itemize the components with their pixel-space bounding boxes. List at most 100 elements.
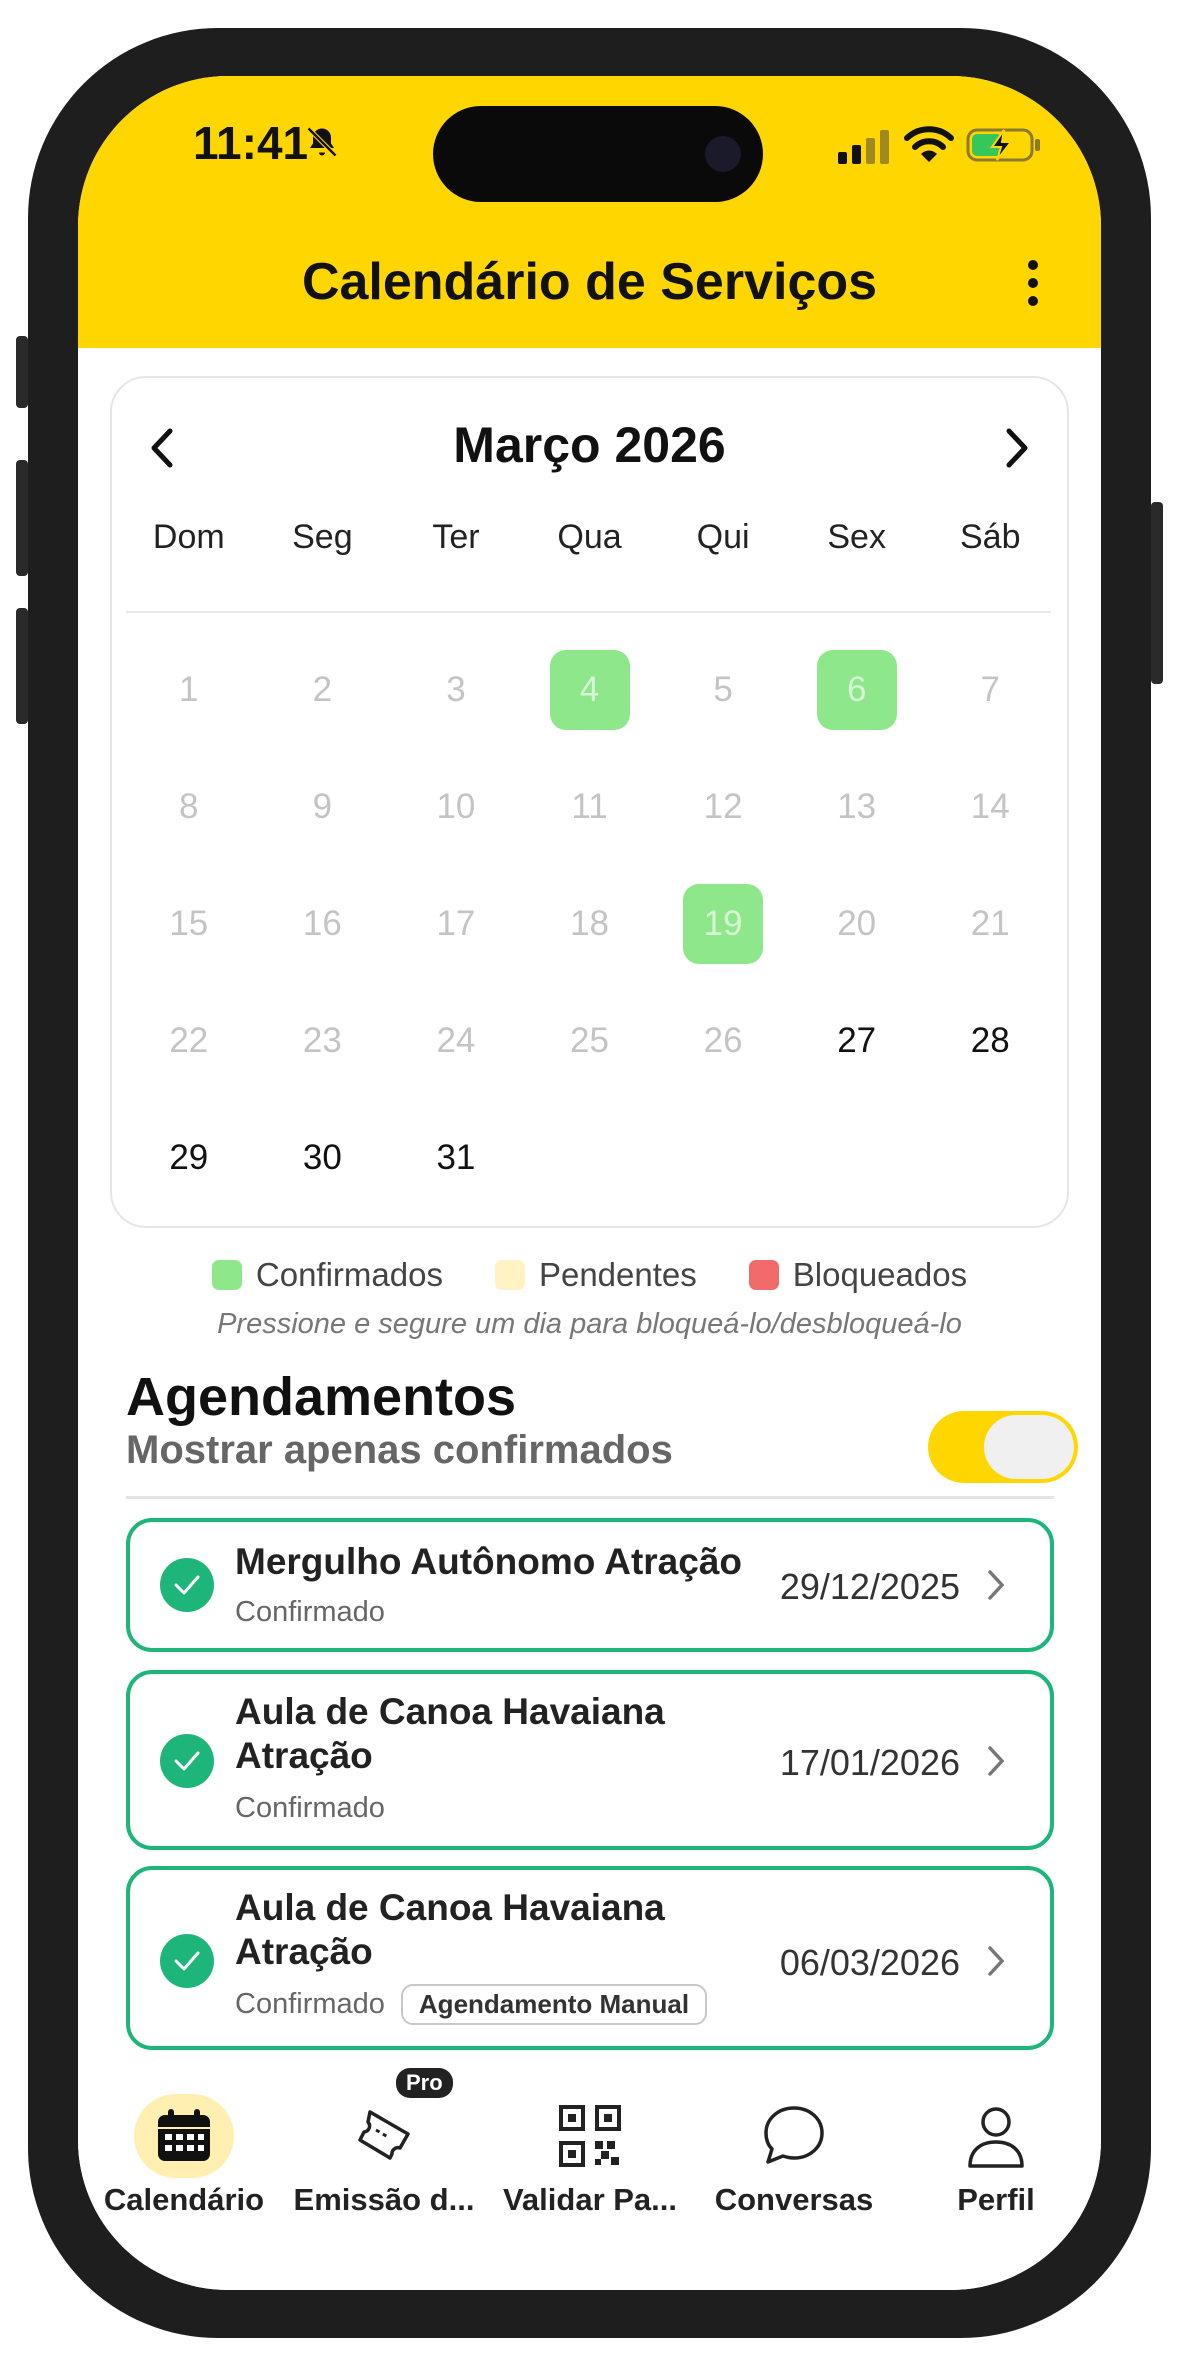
weekday-label: Ter [432, 518, 480, 556]
appointment-card[interactable]: Aula de Canoa Havaiana Atração Confirmado… [126, 1670, 1054, 1850]
tab-calendar[interactable]: Calendário [84, 2066, 284, 2236]
confirmed-swatch [211, 1260, 242, 1290]
volume-down-button [16, 608, 28, 724]
next-month-icon[interactable] [997, 423, 1037, 473]
weekday-label: Seg [292, 518, 353, 556]
calendar-day[interactable]: 30 [282, 1118, 362, 1198]
tab-validate[interactable]: Validar Pa... [490, 2066, 690, 2236]
tab-profile[interactable]: Perfil [896, 2066, 1096, 2236]
calendar-day[interactable]: 22 [149, 1001, 229, 1081]
calendar-day[interactable]: 7 [950, 650, 1030, 730]
status-time: 11:41 [193, 117, 309, 169]
confirmed-check-icon [160, 1734, 214, 1788]
legend-blocked: Bloqueados [748, 1256, 968, 1294]
page-title: Calendário de Serviços [301, 253, 878, 311]
screen: 11:41 Calendário de Serviços Março 2026 … [78, 76, 1101, 2290]
toggle-knob [984, 1415, 1074, 1479]
chat-bubble-icon [744, 2094, 844, 2178]
calendar-day[interactable]: 3 [416, 650, 496, 730]
calendar-day[interactable]: 27 [817, 1001, 897, 1081]
calendar-cell: 24 [389, 1001, 523, 1118]
divider [126, 1496, 1054, 1499]
calendar-day[interactable]: 28 [950, 1001, 1030, 1081]
calendar-day[interactable]: 18 [550, 884, 630, 964]
calendar-day[interactable]: 19 [683, 884, 764, 964]
calendar-cell: 4 [523, 650, 657, 767]
appointment-title: Aula de Canoa Havaiana Atração [235, 1887, 665, 1972]
action-button [16, 336, 28, 408]
block-hint: Pressione e segure um dia para bloqueá-l… [217, 1308, 962, 1340]
appointment-status: Confirmado [235, 1792, 385, 1824]
appointment-status: Confirmado Agendamento Manual [235, 1984, 708, 2025]
calendar-cell: 5 [656, 650, 790, 767]
appointment-card[interactable]: Aula de Canoa Havaiana Atração Confirmado… [126, 1866, 1054, 2050]
chevron-right-icon [988, 1946, 1005, 1976]
legend-label: Confirmados [255, 1256, 443, 1293]
calendar-cell: 30 [256, 1118, 390, 1235]
calendar-cell: 17 [389, 884, 523, 1001]
calendar-cell: 20 [790, 884, 924, 1001]
calendar-day[interactable]: 15 [149, 884, 229, 964]
calendar-day[interactable]: 12 [683, 767, 763, 847]
weekday-label: Qui [696, 518, 750, 556]
calendar-day[interactable]: 24 [416, 1001, 496, 1081]
calendar-cell: 10 [389, 767, 523, 884]
calendar-day[interactable]: 16 [282, 884, 362, 964]
weekday-label: Dom [152, 518, 225, 556]
pro-badge: Pro [396, 2068, 453, 2098]
appointment-card[interactable]: Mergulho Autônomo Atração Confirmado 29/… [126, 1518, 1054, 1652]
calendar-day[interactable]: 8 [149, 767, 229, 847]
calendar-day[interactable]: 4 [549, 650, 630, 730]
calendar-day[interactable]: 31 [416, 1118, 496, 1198]
calendar-day[interactable]: 14 [950, 767, 1030, 847]
confirmed-only-toggle[interactable] [928, 1411, 1078, 1483]
blocked-swatch [748, 1260, 779, 1290]
calendar-week-row: 15 16 17 18 19 20 21 [122, 884, 1057, 1001]
calendar-cell: 22 [122, 1001, 256, 1118]
calendar-cell [923, 1118, 1057, 1235]
calendar-cell: 23 [256, 1001, 390, 1118]
calendar-day[interactable]: 20 [817, 884, 897, 964]
calendar-day[interactable]: 6 [816, 650, 897, 730]
battery-charging-icon [966, 128, 1040, 162]
calendar-day[interactable]: 13 [817, 767, 897, 847]
calendar-day[interactable]: 2 [282, 650, 362, 730]
calendar-day[interactable]: 1 [149, 650, 229, 730]
appointments-title: Agendamentos [126, 1367, 517, 1427]
qr-code-icon [540, 2094, 640, 2178]
calendar-cell: 21 [923, 884, 1057, 1001]
calendar-cell: 31 [389, 1118, 523, 1235]
calendar-day[interactable]: 11 [550, 767, 630, 847]
calendar-day[interactable]: 5 [683, 650, 763, 730]
appointment-title: Aula de Canoa Havaiana Atração [235, 1691, 665, 1776]
calendar-day[interactable]: 21 [950, 884, 1030, 964]
tab-chats[interactable]: Conversas [694, 2066, 894, 2236]
weekday-header: Dom Seg Ter Qua Qui Sex Sáb [122, 518, 1057, 557]
calendar-cell: 15 [122, 884, 256, 1001]
confirmed-filter-label: Mostrar apenas confirmados [126, 1428, 673, 1472]
calendar-cell: 9 [256, 767, 390, 884]
calendar-day[interactable]: 26 [683, 1001, 763, 1081]
confirmed-check-icon [160, 1558, 214, 1612]
calendar-legend: Confirmados Pendentes Bloqueados [78, 1256, 1101, 1294]
calendar-cell: 13 [790, 767, 924, 884]
calendar-cell: 25 [523, 1001, 657, 1118]
tab-emission[interactable]: Pro Emissão d... [284, 2066, 484, 2236]
divider [126, 611, 1051, 613]
calendar-day[interactable]: 17 [416, 884, 496, 964]
dynamic-island [433, 106, 763, 202]
legend-label: Bloqueados [792, 1256, 968, 1293]
calendar-day[interactable]: 29 [149, 1118, 229, 1198]
calendar-day[interactable]: 10 [416, 767, 496, 847]
calendar-day[interactable]: 23 [282, 1001, 362, 1081]
tab-label: Calendário [103, 2182, 265, 2217]
manual-booking-tag: Agendamento Manual [400, 1984, 708, 2025]
ticket-icon [334, 2094, 434, 2178]
calendar-cell: 26 [656, 1001, 790, 1118]
calendar-cell: 14 [923, 767, 1057, 884]
more-options-icon[interactable] [1023, 256, 1043, 316]
calendar-day[interactable]: 25 [550, 1001, 630, 1081]
calendar-week-row: 1234567 [122, 650, 1057, 767]
calendar-cell [790, 1118, 924, 1235]
calendar-day[interactable]: 9 [282, 767, 362, 847]
